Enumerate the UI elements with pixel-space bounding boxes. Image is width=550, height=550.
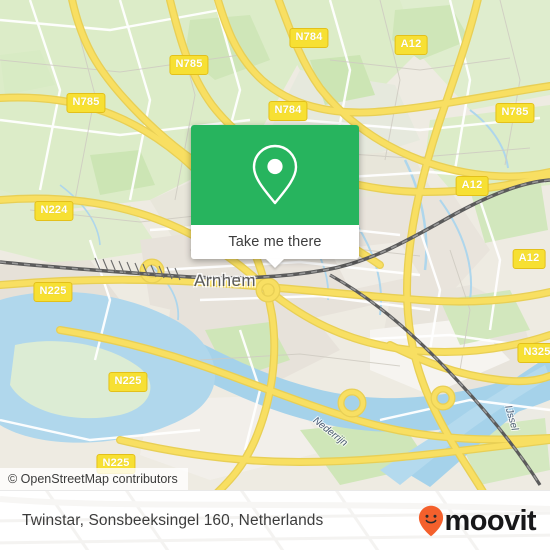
moovit-wordmark: moovit [444,504,537,537]
road-shield: N225 [33,282,73,302]
road-shield: N784 [268,101,308,121]
road-shield: A12 [455,176,489,196]
osm-attribution-text: © OpenStreetMap contributors [8,472,178,486]
moovit-smiley-pin-icon [418,505,443,537]
callout-marker-panel [191,125,359,225]
road-shield: N325 [517,343,550,363]
location-callout-card[interactable]: Take me there [191,125,359,268]
place-label: Arnhem [194,271,256,290]
road-shield: A12 [512,249,546,269]
map-canvas[interactable]: N785 N785 N784 N784 A12 N785 A12 A12 N224 N225 N22… [0,0,550,490]
road-shield: A12 [394,35,428,55]
take-me-there-label: Take me there [228,234,322,250]
road-shield: N785 [495,103,535,123]
road-shield: N224 [34,201,74,221]
callout-tail [266,259,284,268]
road-shield: N785 [169,55,209,75]
osm-attribution[interactable]: © OpenStreetMap contributors [0,468,188,490]
footer-bar: Twinstar, Sonsbeeksingel 160, Netherland… [0,490,550,550]
location-pin-icon [252,144,298,205]
callout-cta-panel[interactable]: Take me there [191,225,359,268]
map-screenshot: N785 N785 N784 N784 A12 N785 A12 A12 N224 N225 N22… [0,0,550,550]
road-shield: N784 [289,28,329,48]
location-address: Twinstar, Sonsbeeksingel 160, Netherland… [22,512,324,529]
moovit-logo[interactable]: moovit [418,504,537,537]
road-shield: N225 [108,372,148,392]
road-shield: N785 [66,93,106,113]
